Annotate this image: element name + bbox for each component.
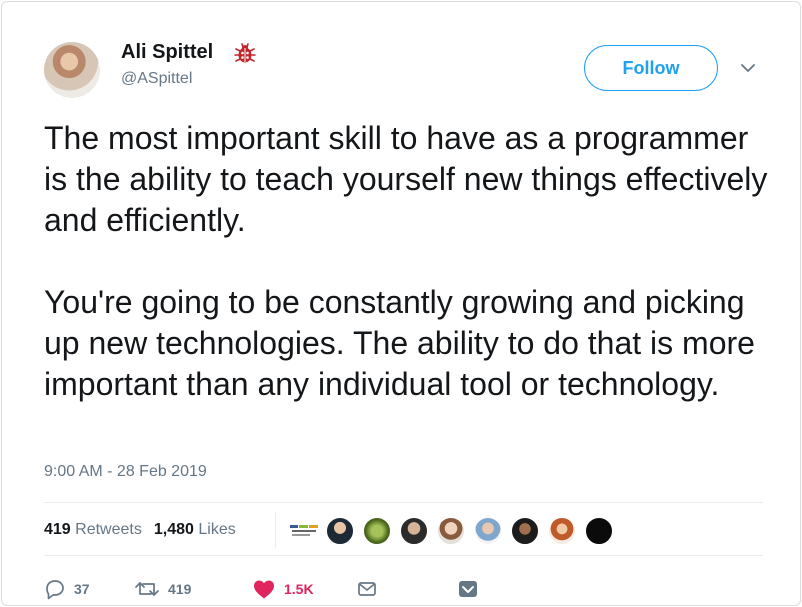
author-avatar[interactable] [44,42,100,98]
ladybug-icon [234,43,256,63]
reply-button[interactable]: 37 [44,577,90,601]
heart-icon [254,580,274,599]
retweet-button[interactable]: 419 [134,577,191,601]
likes-count: 1,480 [153,521,194,538]
save-icon [459,581,477,597]
liker-avatar[interactable] [362,516,392,546]
stats-separator [275,512,276,548]
engagement-stats: 419 Retweets 1,480 Likes [44,521,236,539]
retweet-icon [135,582,159,596]
divider [44,555,763,556]
message-icon [358,582,376,596]
direct-message-button[interactable] [356,577,378,601]
divider [44,502,763,503]
liker-avatar[interactable] [547,516,577,546]
liker-avatar[interactable] [510,516,540,546]
like-count: 1.5K [284,581,314,597]
liker-avatar[interactable] [584,516,614,546]
liker-avatar[interactable] [325,516,355,546]
tweet-paragraph: You're going to be constantly growing an… [44,284,755,402]
reply-icon [46,580,64,600]
author-handle[interactable]: @ASpittel [121,70,192,88]
follow-button[interactable]: Follow [584,45,718,91]
chevron-down-icon[interactable] [739,62,757,74]
retweets-label: Retweets [75,521,142,538]
liker-logo-icon [290,525,318,536]
reply-count: 37 [74,581,90,597]
liker-avatar[interactable] [436,516,466,546]
likes-label: Likes [198,521,236,538]
tweet-paragraph: The most important skill to have as a pr… [44,120,768,238]
like-button[interactable]: 1.5K [252,577,314,601]
liker-avatar[interactable] [399,516,429,546]
tweet-timestamp[interactable]: 9:00 AM - 28 Feb 2019 [44,463,207,481]
tweet-card: Ali Spittel @ASpittel Follow The most im… [1,1,801,606]
author-name[interactable]: Ali Spittel [121,41,213,64]
likes-stat[interactable]: 1,480 Likes [154,521,236,538]
save-button[interactable] [457,577,479,601]
liker-avatar[interactable] [473,516,503,546]
liker-avatar[interactable] [288,516,322,546]
retweet-count: 419 [168,581,192,597]
retweets-count: 419 [44,521,71,538]
tweet-text: The most important skill to have as a pr… [44,118,774,405]
retweets-stat[interactable]: 419 Retweets [44,521,142,538]
